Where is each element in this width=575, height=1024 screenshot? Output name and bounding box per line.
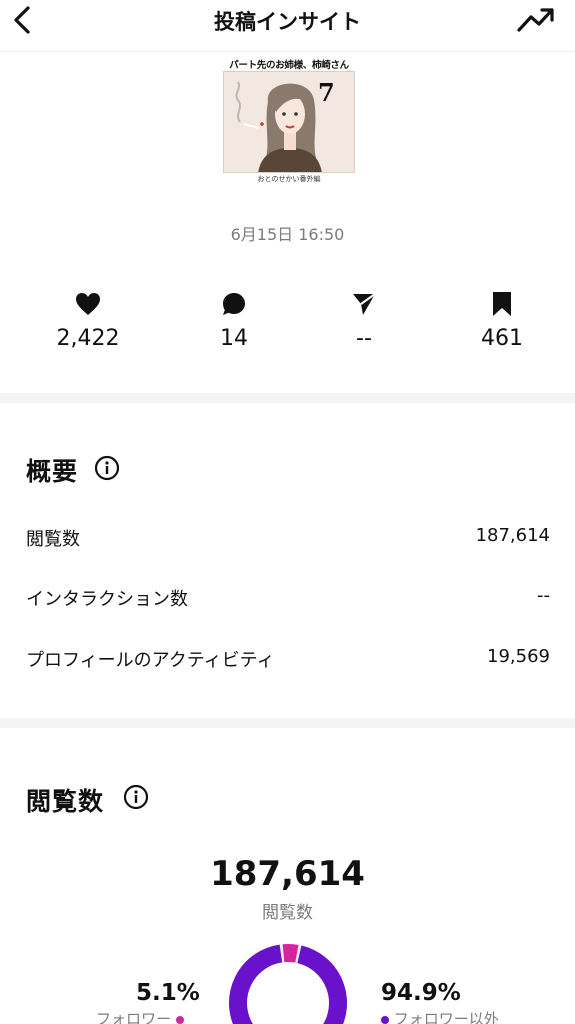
likes-count: 2,422 (56, 326, 120, 351)
followers-legend: フォロワー (96, 1008, 184, 1024)
trending-up-icon[interactable] (517, 6, 555, 34)
bookmark-icon (493, 292, 511, 316)
post-date: 6月15日 16:50 (230, 225, 345, 244)
row-value: 187,614 (475, 525, 550, 546)
non-followers-dot (381, 1015, 389, 1024)
saves-stat: 461 (432, 290, 572, 351)
views-total-label: 閲覧数 (262, 903, 313, 923)
shares-stat: -- (294, 290, 434, 351)
thumbnail-caption-top: パート先のお姉様、柿崎さん (229, 60, 349, 71)
overview-row-profile-activity: プロフィールのアクティビティ 19,569 (26, 646, 550, 674)
shares-count: -- (356, 326, 372, 351)
followers-legend-label: フォロワー (96, 1010, 172, 1024)
comments-count: 14 (220, 326, 248, 351)
comments-stat: 14 (164, 290, 304, 351)
section-divider (0, 393, 575, 403)
info-icon[interactable] (123, 784, 149, 810)
info-icon[interactable] (94, 455, 120, 481)
post-illustration (223, 71, 355, 173)
views-title: 閲覧数 (26, 787, 105, 816)
overview-row-views: 閲覧数 187,614 (26, 525, 550, 553)
overview-title: 概要 (26, 457, 79, 486)
likes-stat: 2,422 (18, 290, 158, 351)
page-title: 投稿インサイト (214, 10, 361, 34)
thumbnail-caption-bottom: おとのせかい番外編 (257, 175, 321, 183)
post-thumbnail[interactable]: パート先のお姉様、柿崎さん 7 おとのせかい番外編 (222, 54, 356, 184)
non-followers-legend-label: フォロワー以外 (393, 1010, 499, 1024)
followers-percent: 5.1% (136, 980, 200, 1006)
heart-icon (76, 293, 100, 315)
row-label: プロフィールのアクティビティ (26, 650, 275, 671)
views-total: 187,614 (210, 854, 365, 894)
thumbnail-number: 7 (318, 78, 335, 107)
saves-count: 461 (481, 326, 523, 351)
row-value: -- (537, 585, 550, 606)
engagement-stats: 2,422 14 -- 461 (18, 290, 573, 356)
non-followers-percent: 94.9% (381, 980, 461, 1006)
comment-icon (223, 293, 245, 315)
non-followers-legend: フォロワー以外 (381, 1008, 499, 1024)
followers-dot (175, 1015, 184, 1024)
non-followers-arc (229, 944, 347, 1024)
row-value: 19,569 (487, 646, 550, 667)
views-donut-chart (229, 944, 347, 1024)
share-icon (353, 293, 376, 315)
overview-row-interactions: インタラクション数 -- (26, 585, 550, 613)
woman-illustration (224, 72, 354, 172)
top-bar: 投稿インサイト (0, 0, 575, 52)
row-label: インタラクション数 (26, 589, 188, 610)
followers-arc (282, 944, 299, 963)
section-divider (0, 718, 575, 728)
row-label: 閲覧数 (26, 529, 80, 550)
